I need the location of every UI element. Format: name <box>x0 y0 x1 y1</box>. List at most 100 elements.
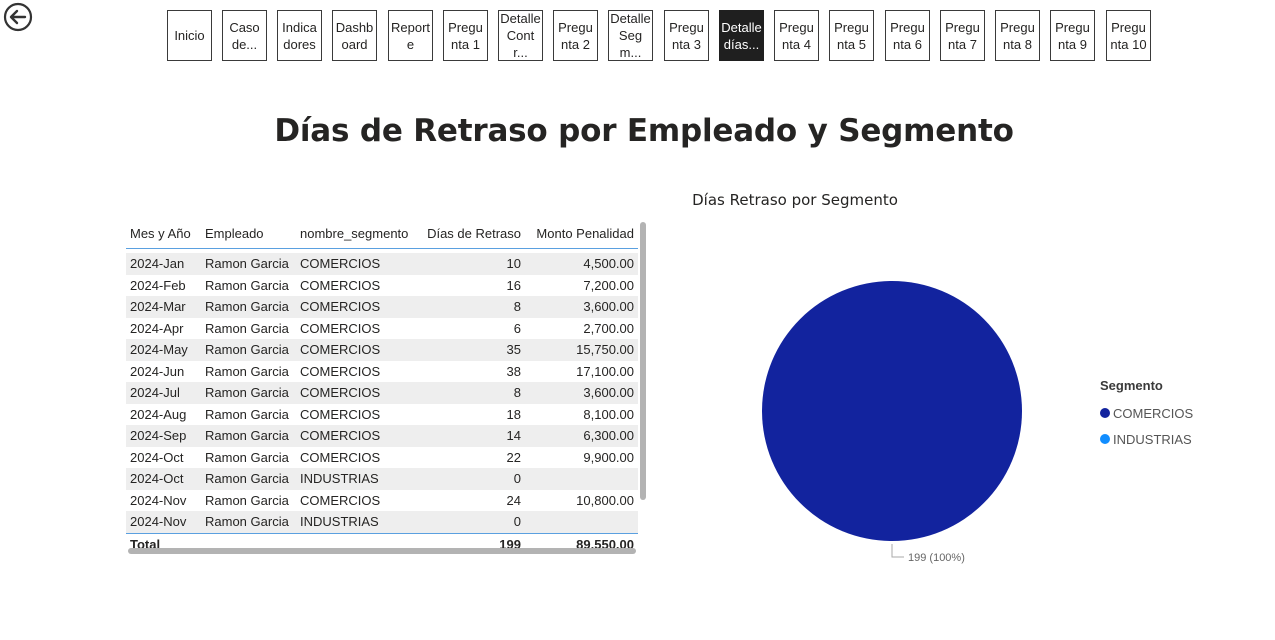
table-row[interactable]: 2024-Aug Ramon Garcia COMERCIOS 18 8,100.00 <box>126 404 638 426</box>
nav-button-18[interactable]: Pregunta 10 <box>1106 10 1151 61</box>
cell-segmento: COMERCIOS <box>300 406 381 422</box>
legend-marker-icon <box>1100 434 1110 444</box>
nav-button-1[interactable]: Inicio <box>167 10 212 61</box>
table-row[interactable]: 2024-Nov Ramon Garcia COMERCIOS 24 10,800.00 <box>126 490 638 512</box>
cell-monto <box>525 511 638 533</box>
cell-dias: 24 <box>506 492 521 508</box>
cell-monto: 17,100.00 <box>576 363 634 379</box>
column-header-mes[interactable]: Mes y Año <box>126 218 201 249</box>
nav-button-10[interactable]: Pregunta 3 <box>664 10 709 61</box>
column-header-dias[interactable]: Días de Retraso <box>421 218 525 249</box>
table-row[interactable]: 2024-Feb Ramon Garcia COMERCIOS 16 7,200.00 <box>126 275 638 297</box>
cell-segmento: INDUSTRIAS <box>296 511 421 533</box>
cell-empleado: Ramon Garcia <box>205 363 289 379</box>
cell-mes: 2024-Jan <box>126 253 201 275</box>
cell-dias: 18 <box>506 406 521 422</box>
nav-button-4[interactable]: Dashboard <box>332 10 377 61</box>
table-row[interactable]: 2024-Oct Ramon Garcia INDUSTRIAS 0 <box>126 468 638 490</box>
cell-dias: 35 <box>421 339 525 361</box>
column-header-segmento[interactable]: nombre_segmento <box>296 218 421 249</box>
cell-empleado: Ramon Garcia <box>201 339 296 361</box>
cell-monto: 4,500.00 <box>525 253 638 275</box>
cell-dias: 14 <box>421 425 525 447</box>
table-row[interactable]: 2024-Jul Ramon Garcia COMERCIOS 8 3,600.00 <box>126 382 638 404</box>
cell-monto: 7,200.00 <box>583 277 634 293</box>
column-header-monto[interactable]: Monto Penalidad <box>525 218 638 249</box>
table-row[interactable]: 2024-Jan Ramon Garcia COMERCIOS 10 4,500.00 <box>126 253 638 275</box>
cell-empleado: Ramon Garcia <box>205 277 289 293</box>
data-label-leader-line <box>891 544 904 558</box>
nav-button-15[interactable]: Pregunta 7 <box>940 10 985 61</box>
legend-marker-icon <box>1100 408 1110 418</box>
pie-chart: 199 (100%) <box>762 281 1022 564</box>
cell-monto: 9,900.00 <box>583 449 634 465</box>
nav-button-13[interactable]: Pregunta 5 <box>829 10 874 61</box>
nav-button-5[interactable]: Reporte <box>388 10 433 61</box>
legend-item[interactable]: COMERCIOS <box>1100 400 1193 426</box>
cell-segmento: COMERCIOS <box>296 253 421 275</box>
pie-data-label: 199 (100%) <box>908 552 965 564</box>
table-row[interactable]: 2024-Sep Ramon Garcia COMERCIOS 14 6,300.00 <box>126 425 638 447</box>
pie-slice-comercios[interactable] <box>762 281 1022 541</box>
cell-segmento: COMERCIOS <box>300 492 381 508</box>
cell-dias: 8 <box>421 296 525 318</box>
cell-mes: 2024-Nov <box>126 511 201 533</box>
nav-button-3[interactable]: Indicadores <box>277 10 322 61</box>
cell-empleado: Ramon Garcia <box>201 382 296 404</box>
back-arrow-icon <box>3 2 33 32</box>
cell-monto: 10,800.00 <box>576 492 634 508</box>
cell-dias: 8 <box>421 382 525 404</box>
nav-button-9[interactable]: Detalle Segm... <box>608 10 653 61</box>
nav-button-8[interactable]: Pregunta 2 <box>553 10 598 61</box>
cell-dias: 6 <box>513 320 521 336</box>
horizontal-scrollbar[interactable] <box>128 548 636 554</box>
legend-label: COMERCIOS <box>1113 405 1194 421</box>
cell-dias: 16 <box>506 277 521 293</box>
cell-mes: 2024-Sep <box>126 425 201 447</box>
cell-mes: 2024-Jun <box>130 363 185 379</box>
cell-mes: 2024-May <box>126 339 201 361</box>
table-row[interactable]: 2024-Nov Ramon Garcia INDUSTRIAS 0 <box>126 511 638 533</box>
cell-monto: 15,750.00 <box>525 339 638 361</box>
table-row[interactable]: 2024-Mar Ramon Garcia COMERCIOS 8 3,600.00 <box>126 296 638 318</box>
cell-mes: 2024-Feb <box>130 277 186 293</box>
cell-empleado: Ramon Garcia <box>205 406 289 422</box>
cell-monto: 3,600.00 <box>525 296 638 318</box>
nav-button-6[interactable]: Pregunta 1 <box>443 10 488 61</box>
table-header-row: Mes y Año Empleado nombre_segmento Días … <box>126 218 638 249</box>
legend-item[interactable]: INDUSTRIAS <box>1100 426 1193 452</box>
cell-monto: 3,600.00 <box>525 382 638 404</box>
table-row[interactable]: 2024-Apr Ramon Garcia COMERCIOS 6 2,700.00 <box>126 318 638 340</box>
cell-empleado: Ramon Garcia <box>205 492 289 508</box>
cell-monto: 2,700.00 <box>583 320 634 336</box>
cell-empleado: Ramon Garcia <box>201 425 296 447</box>
cell-mes: 2024-Oct <box>126 468 201 490</box>
cell-dias: 22 <box>506 449 521 465</box>
cell-segmento: COMERCIOS <box>296 382 421 404</box>
nav-button-14[interactable]: Pregunta 6 <box>885 10 930 61</box>
column-header-empleado[interactable]: Empleado <box>201 218 296 249</box>
cell-segmento: COMERCIOS <box>296 425 421 447</box>
cell-monto: 6,300.00 <box>525 425 638 447</box>
nav-button-7[interactable]: Detalle Contr... <box>498 10 543 61</box>
back-button[interactable] <box>3 2 33 32</box>
page-title: Días de Retraso por Empleado y Segmento <box>274 113 1014 149</box>
nav-button-17[interactable]: Pregunta 9 <box>1050 10 1095 61</box>
cell-empleado: Ramon Garcia <box>201 253 296 275</box>
table-row[interactable]: 2024-Jun Ramon Garcia COMERCIOS 38 17,100.00 <box>126 361 638 383</box>
chart-title: Días Retraso por Segmento <box>692 191 898 209</box>
cell-mes: 2024-Aug <box>130 406 187 422</box>
cell-empleado: Ramon Garcia <box>201 296 296 318</box>
table-row[interactable]: 2024-Oct Ramon Garcia COMERCIOS 22 9,900.00 <box>126 447 638 469</box>
cell-empleado: Ramon Garcia <box>201 511 296 533</box>
cell-mes: 2024-Oct <box>130 449 184 465</box>
nav-button-16[interactable]: Pregunta 8 <box>995 10 1040 61</box>
nav-button-12[interactable]: Pregunta 4 <box>774 10 819 61</box>
table-row[interactable]: 2024-May Ramon Garcia COMERCIOS 35 15,750.00 <box>126 339 638 361</box>
nav-button-11[interactable]: Detalle días... <box>719 10 764 61</box>
nav-button-2[interactable]: Caso de... <box>222 10 267 61</box>
vertical-scrollbar[interactable] <box>640 222 646 500</box>
cell-segmento: COMERCIOS <box>296 296 421 318</box>
cell-segmento: COMERCIOS <box>300 449 381 465</box>
cell-mes: 2024-Nov <box>130 492 187 508</box>
